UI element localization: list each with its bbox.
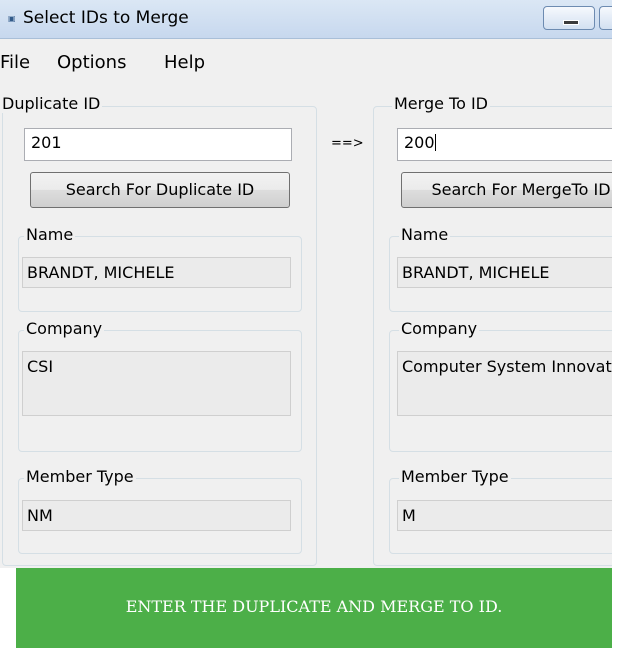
merge-to-member-type-label: Member Type (399, 467, 511, 486)
instruction-banner: ENTER THE DUPLICATE AND MERGE TO ID. (16, 568, 612, 648)
merge-to-company-value: Computer System Innovations (397, 351, 612, 416)
duplicate-name-value: BRANDT, MICHELE (22, 257, 291, 288)
duplicate-member-type-value: NM (22, 500, 291, 531)
merge-to-name-value: BRANDT, MICHELE (397, 257, 612, 288)
duplicate-id-input[interactable]: 201 (24, 128, 292, 161)
merge-window: ▣ Select IDs to Merge File Options Help … (0, 0, 612, 568)
menu-bar: File Options Help (0, 44, 612, 78)
merge-to-id-label: Merge To ID (392, 94, 490, 113)
duplicate-company-value: CSI (22, 351, 291, 416)
duplicate-id-label: Duplicate ID (0, 94, 103, 113)
merge-to-id-input[interactable]: 200 (397, 128, 612, 161)
merge-to-name-label: Name (399, 225, 451, 244)
search-merge-to-id-button[interactable]: Search For MergeTo ID (401, 172, 612, 208)
duplicate-member-type-label: Member Type (24, 467, 136, 486)
merge-to-member-type-value: M (397, 500, 612, 531)
merge-to-company-label: Company (399, 319, 480, 338)
minimize-button[interactable] (543, 6, 595, 30)
merge-to-id-value: 200 (404, 133, 435, 152)
maximize-button[interactable] (599, 6, 612, 30)
merge-arrow: ==> (331, 136, 364, 151)
menu-file[interactable]: File (0, 52, 30, 73)
search-duplicate-id-button[interactable]: Search For Duplicate ID (30, 172, 290, 208)
instruction-text: ENTER THE DUPLICATE AND MERGE TO ID. (125, 597, 503, 616)
duplicate-name-label: Name (24, 225, 76, 244)
menu-help[interactable]: Help (164, 52, 205, 73)
title-bar[interactable]: ▣ Select IDs to Merge (0, 0, 612, 39)
menu-options[interactable]: Options (57, 52, 126, 73)
duplicate-company-label: Company (24, 319, 105, 338)
text-caret (434, 134, 436, 151)
app-icon: ▣ (8, 14, 16, 23)
window-title: Select IDs to Merge (23, 8, 189, 28)
